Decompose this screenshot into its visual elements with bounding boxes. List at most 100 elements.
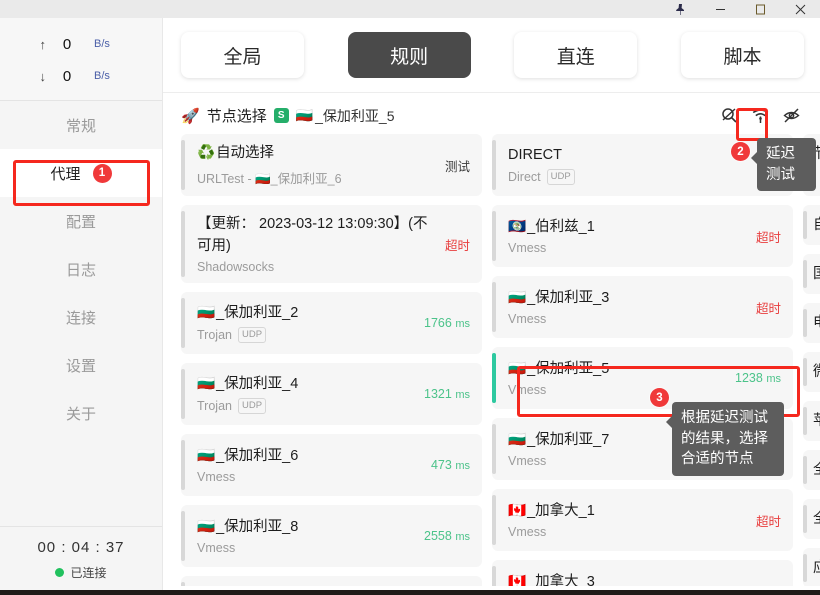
proxy-card[interactable]: 微 bbox=[803, 352, 820, 392]
sidebar-item-profiles[interactable]: 配置 bbox=[0, 197, 162, 245]
proxy-type-label: Vmess bbox=[508, 454, 547, 468]
proxy-card[interactable]: 🇧🇬_保加利亚_4 Trojan UDP 1321 ms bbox=[181, 363, 482, 425]
proxy-card[interactable]: 应 bbox=[803, 548, 820, 586]
card-body: 🇧🇬_保加利亚_6 Vmess bbox=[197, 446, 423, 484]
tab-rule[interactable]: 规则 bbox=[347, 32, 471, 78]
proxy-card[interactable]: 🇧🇬_保加利亚_3 Vmess 超时 bbox=[492, 276, 793, 338]
proxy-name: 自 bbox=[813, 213, 820, 234]
proxy-card[interactable]: 【更新： 2023-03-12 13:09:30】(不可用) Shadowsock… bbox=[181, 205, 482, 283]
card-accent-bar bbox=[492, 424, 496, 474]
proxy-type-label: Vmess bbox=[508, 312, 547, 326]
sidebar-item-label: 关于 bbox=[65, 405, 96, 423]
delay-value: 2558 ms bbox=[416, 529, 470, 543]
proxy-name: 应 bbox=[813, 556, 820, 577]
search-delay-icon[interactable] bbox=[721, 107, 738, 124]
rocket-icon: 🚀 bbox=[181, 107, 200, 125]
delay-value: 超时 bbox=[444, 238, 470, 253]
app-window: ↑ 0 B/s ↓ 0 B/s 常规 代理 1 配置 日志 连接 设置 关于 0… bbox=[0, 0, 820, 595]
annotation-badge-1: 1 bbox=[92, 163, 112, 183]
tab-direct[interactable]: 直连 bbox=[514, 32, 638, 78]
current-node-name: _保加利亚_5 bbox=[315, 107, 395, 124]
proxy-type-label: Direct bbox=[508, 170, 541, 184]
tab-script[interactable]: 脚本 bbox=[680, 32, 804, 78]
proxy-card[interactable]: 全 bbox=[803, 450, 820, 490]
proxy-card[interactable]: 自 bbox=[803, 205, 820, 245]
proxy-card[interactable]: 🇨🇦_加拿大_1 Vmess 超时 bbox=[492, 489, 793, 551]
tab-label: 直连 bbox=[556, 46, 595, 68]
proxy-card[interactable]: 🇧🇬_保加利亚_6 Vmess 473 ms bbox=[181, 434, 482, 496]
proxy-name: 【更新： 2023-03-12 13:09:30】(不可用) bbox=[197, 216, 428, 254]
proxy-type: URLTest - 🇧🇬_保加利亚_6 bbox=[197, 168, 437, 187]
sidebar-item-label: 设置 bbox=[65, 357, 96, 375]
proxy-card[interactable]: 🇧🇿_伯利兹_1 Vmess 超时 bbox=[492, 205, 793, 267]
sidebar: ↑ 0 B/s ↓ 0 B/s 常规 代理 1 配置 日志 连接 设置 关于 0… bbox=[0, 18, 163, 595]
flag-icon: 🇧🇬 bbox=[197, 518, 216, 535]
card-accent-bar bbox=[181, 211, 185, 277]
proxy-card[interactable]: 🇧🇬_保加利亚_8 Vmess 2558 ms bbox=[181, 505, 482, 567]
speed-test-icon[interactable] bbox=[752, 107, 769, 124]
udp-badge: UDP bbox=[546, 169, 575, 185]
proxy-name: 🇨🇦_加拿大_3 bbox=[508, 572, 748, 586]
card-body: 【更新： 2023-03-12 13:09:30】(不可用) Shadowsock… bbox=[197, 214, 437, 273]
download-arrow-icon: ↓ bbox=[39, 68, 47, 84]
proxy-type: Vmess bbox=[197, 470, 423, 484]
proxy-type-label: Trojan bbox=[197, 399, 232, 413]
card-body: 🇧🇬_保加利亚_3 Vmess bbox=[508, 288, 748, 326]
card-accent-bar bbox=[181, 369, 185, 419]
flag-icon: 🇨🇦 bbox=[508, 573, 527, 586]
sidebar-item-settings[interactable]: 设置 bbox=[0, 341, 162, 389]
flag-icon: 🇧🇬 bbox=[197, 376, 216, 393]
tab-label: 规则 bbox=[390, 46, 429, 68]
proxy-type-label: Shadowsocks bbox=[197, 259, 275, 274]
minimize-icon[interactable] bbox=[700, 0, 740, 18]
selected-node-card[interactable]: 🇧🇬_保加利亚_5 Vmess 1238 ms bbox=[492, 347, 793, 409]
upload-speed-row: ↑ 0 B/s bbox=[0, 28, 162, 60]
pin-icon[interactable] bbox=[660, 0, 700, 18]
proxy-card[interactable]: 全 bbox=[803, 499, 820, 539]
download-speed-value: 0 bbox=[62, 67, 72, 85]
proxy-card[interactable]: 🇨🇦_加拿大_2Vmess超时 bbox=[181, 576, 482, 586]
close-icon[interactable] bbox=[780, 0, 820, 18]
card-body: 🇨🇦_加拿大_1 Vmess bbox=[508, 501, 748, 539]
proxy-column-clipped: 节自国电微苹全全应漏 bbox=[803, 134, 820, 586]
card-accent-bar bbox=[181, 140, 185, 190]
proxy-grid-wrapper[interactable]: ♻️自动选择 URLTest - 🇧🇬_保加利亚_6 测试【更新： 2023-03-… bbox=[163, 134, 820, 586]
proxy-type: Direct UDP bbox=[508, 169, 773, 185]
maximize-icon[interactable] bbox=[740, 0, 780, 18]
proxy-name: 微 bbox=[813, 360, 820, 381]
proxy-type-label: Vmess bbox=[197, 470, 236, 484]
card-accent-bar bbox=[181, 511, 185, 561]
card-accent-bar bbox=[803, 211, 807, 239]
proxy-card[interactable]: 电 bbox=[803, 303, 820, 343]
delay-value: 超时 bbox=[748, 582, 781, 587]
card-accent-bar bbox=[803, 358, 807, 386]
mode-tabs: 全局 规则 直连 脚本 bbox=[163, 18, 820, 92]
proxy-card[interactable]: 🇨🇦_加拿大_3Vmess超时 bbox=[492, 560, 793, 586]
sidebar-item-connections[interactable]: 连接 bbox=[0, 293, 162, 341]
proxy-card[interactable]: DIRECT Direct UDP bbox=[492, 134, 793, 196]
proxy-card[interactable]: ♻️自动选择 URLTest - 🇧🇬_保加利亚_6 测试 bbox=[181, 134, 482, 196]
delay-unit: ms bbox=[455, 318, 470, 330]
sidebar-item-logs[interactable]: 日志 bbox=[0, 245, 162, 293]
delay-unit: ms bbox=[766, 373, 781, 385]
tab-global[interactable]: 全局 bbox=[181, 32, 304, 78]
card-accent-bar bbox=[803, 309, 807, 337]
card-accent-bar bbox=[803, 260, 807, 288]
sidebar-item-general[interactable]: 常规 bbox=[0, 101, 162, 149]
delay-number: 2558 bbox=[424, 529, 452, 543]
proxy-card[interactable]: 苹 bbox=[803, 401, 820, 441]
proxy-card[interactable]: 🇧🇬_保加利亚_2 Trojan UDP 1766 ms bbox=[181, 292, 482, 354]
delay-number: 473 bbox=[430, 458, 452, 472]
proxy-name: 苹 bbox=[813, 409, 820, 430]
card-accent-bar bbox=[803, 554, 807, 582]
sidebar-item-about[interactable]: 关于 bbox=[0, 389, 162, 437]
proxy-type-label: Vmess bbox=[508, 383, 547, 397]
proxy-group-name: 节点选择 bbox=[206, 108, 267, 125]
hide-unavailable-icon[interactable] bbox=[783, 107, 800, 124]
card-accent-bar bbox=[492, 282, 496, 332]
sidebar-item-proxy[interactable]: 代理 1 bbox=[0, 149, 162, 197]
card-accent-bar bbox=[803, 456, 807, 484]
udp-badge: UDP bbox=[237, 398, 267, 414]
proxy-card[interactable]: 国 bbox=[803, 254, 820, 294]
proxy-type-label: Trojan bbox=[197, 328, 232, 342]
